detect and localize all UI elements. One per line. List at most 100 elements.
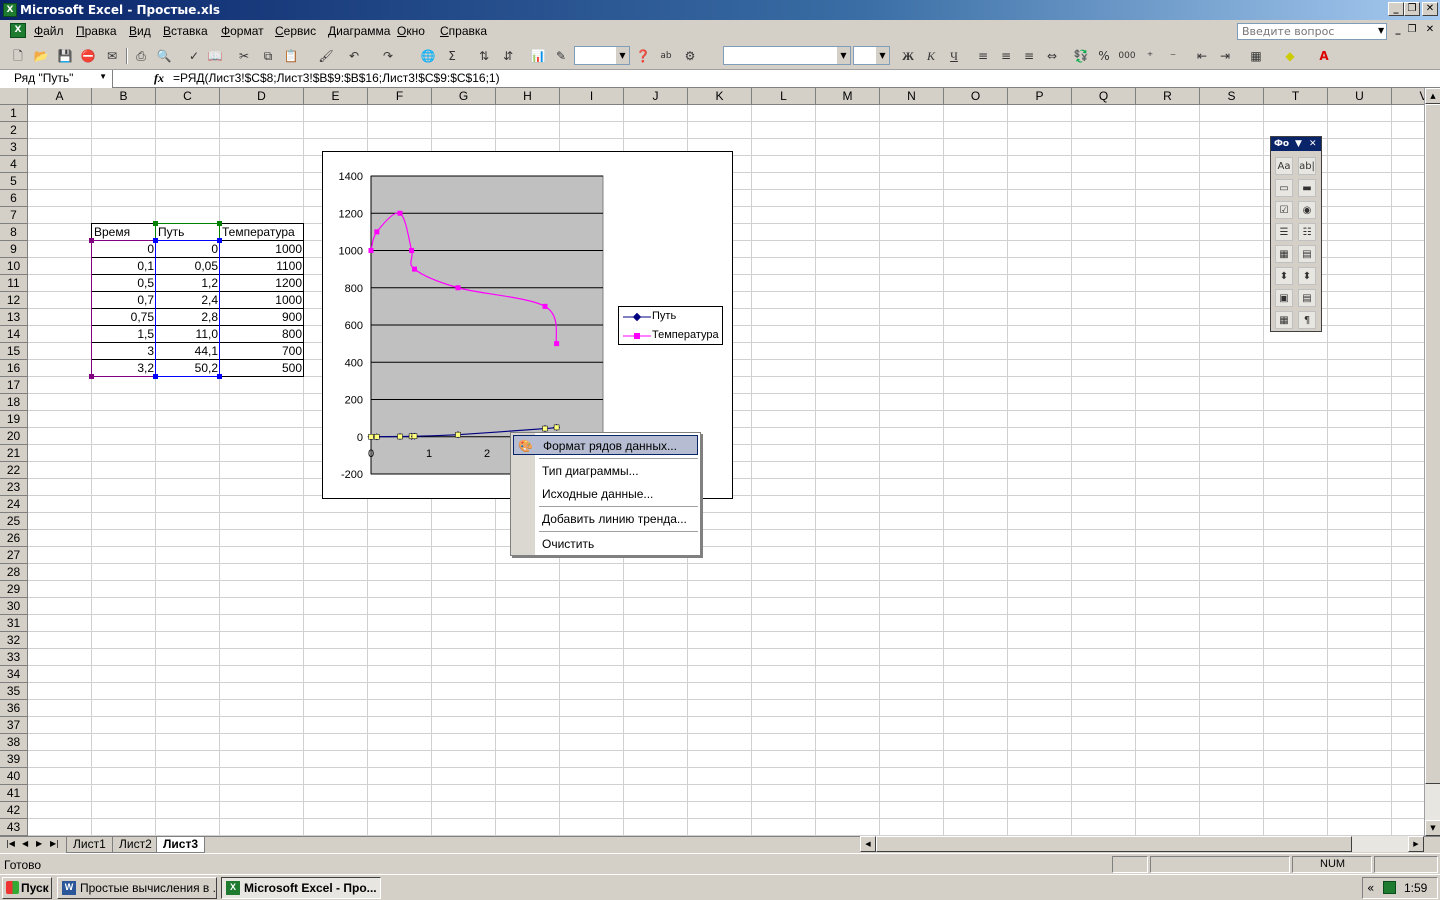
column-header-M[interactable]: M — [816, 88, 880, 105]
bold-button[interactable]: Ж — [900, 48, 916, 64]
table-cell[interactable]: 0,1 — [92, 258, 156, 275]
table-header-cell[interactable]: Время — [92, 224, 156, 241]
data-point[interactable] — [412, 266, 417, 272]
row-header-34[interactable]: 34 — [0, 666, 28, 683]
menu-file[interactable]: Файл — [34, 24, 64, 38]
undo-icon[interactable]: ↶ — [346, 48, 362, 64]
row-header-17[interactable]: 17 — [0, 377, 28, 394]
menu-edit[interactable]: Правка — [76, 24, 117, 38]
row-header-15[interactable]: 15 — [0, 343, 28, 360]
tray-expand-icon[interactable]: « — [1367, 881, 1374, 895]
permission-icon[interactable]: ⛔ — [80, 48, 96, 64]
table-cell[interactable]: 2,8 — [156, 309, 220, 326]
row-header-14[interactable]: 14 — [0, 326, 28, 343]
data-point[interactable] — [554, 341, 560, 347]
table-cell[interactable]: 50,2 — [156, 360, 220, 377]
minimize-button[interactable]: _ — [1388, 2, 1404, 16]
row-header-21[interactable]: 21 — [0, 445, 28, 462]
next-sheet-icon[interactable]: ▶ — [36, 839, 42, 848]
forms-control-button[interactable]: ▬ — [1298, 179, 1316, 197]
menu-window[interactable]: Окно — [397, 24, 425, 38]
range-handle[interactable] — [217, 221, 222, 226]
tab-sheet3[interactable]: Лист3 — [156, 837, 206, 853]
table-cell[interactable]: 1200 — [220, 275, 304, 292]
row-header-13[interactable]: 13 — [0, 309, 28, 326]
forms-control-button[interactable]: ☑ — [1275, 201, 1293, 219]
last-sheet-icon[interactable]: ▶| — [50, 839, 59, 848]
selection-handle[interactable] — [542, 425, 548, 432]
italic-button[interactable]: К — [923, 48, 939, 64]
save-icon[interactable]: 💾 — [57, 48, 73, 64]
table-cell[interactable]: 1000 — [220, 241, 304, 258]
cut-icon[interactable]: ✂ — [236, 48, 252, 64]
font-size-select[interactable]: ▼ — [853, 46, 890, 65]
menu-item-chart-type[interactable]: Тип диаграммы... — [513, 461, 698, 481]
selection-handle[interactable] — [374, 433, 380, 440]
menu-item-format-series[interactable]: 🎨 Формат рядов данных... — [513, 435, 698, 455]
drawing-icon[interactable]: ✎ — [553, 48, 569, 64]
align-center-icon[interactable]: ≡ — [998, 48, 1014, 64]
email-icon[interactable]: ✉ — [104, 48, 120, 64]
forms-control-button[interactable]: ▦ — [1275, 245, 1293, 263]
column-header-K[interactable]: K — [688, 88, 752, 105]
data-point[interactable] — [542, 303, 548, 309]
selection-handle[interactable] — [455, 431, 461, 438]
close-icon[interactable]: ✕ — [1309, 137, 1317, 151]
menu-tools[interactable]: Сервис — [275, 24, 316, 38]
forms-panel-header[interactable]: Фо ▼ ✕ — [1271, 137, 1321, 151]
horizontal-scrollbar[interactable]: ◀ ▶ — [860, 836, 1424, 852]
tab-sheet2[interactable]: Лист2 — [112, 837, 159, 853]
formula-input[interactable]: =РЯД(Лист3!$C$8;Лист3!$B$9:$B$16;Лист3!$… — [173, 71, 500, 85]
row-header-26[interactable]: 26 — [0, 530, 28, 547]
select-all-corner[interactable] — [0, 88, 28, 105]
column-header-O[interactable]: O — [944, 88, 1008, 105]
forms-control-button[interactable]: ▦ — [1275, 311, 1293, 329]
zoom-select[interactable]: ▼ — [574, 46, 630, 65]
table-cell[interactable]: 0 — [156, 241, 220, 258]
column-header-F[interactable]: F — [368, 88, 432, 105]
row-header-38[interactable]: 38 — [0, 734, 28, 751]
doc-close-button[interactable]: ✕ — [1422, 24, 1438, 38]
table-cell[interactable]: 500 — [220, 360, 304, 377]
table-header-cell[interactable]: Температура — [220, 224, 304, 241]
row-header-5[interactable]: 5 — [0, 173, 28, 190]
column-header-A[interactable]: A — [28, 88, 92, 105]
open-icon[interactable]: 📂 — [33, 48, 49, 64]
row-header-43[interactable]: 43 — [0, 819, 28, 836]
row-header-25[interactable]: 25 — [0, 513, 28, 530]
row-header-39[interactable]: 39 — [0, 751, 28, 768]
row-header-37[interactable]: 37 — [0, 717, 28, 734]
new-icon[interactable]: 🗋 — [10, 48, 26, 64]
row-header-27[interactable]: 27 — [0, 547, 28, 564]
row-header-29[interactable]: 29 — [0, 581, 28, 598]
menu-format[interactable]: Формат — [221, 24, 264, 38]
row-header-4[interactable]: 4 — [0, 156, 28, 173]
name-box[interactable]: Ряд "Путь" ▼ — [0, 70, 113, 88]
row-header-22[interactable]: 22 — [0, 462, 28, 479]
language-icon[interactable] — [1383, 881, 1396, 894]
row-header-11[interactable]: 11 — [0, 275, 28, 292]
range-handle[interactable] — [89, 238, 94, 243]
table-cell[interactable]: 44,1 — [156, 343, 220, 360]
forms-control-button[interactable]: ⬍ — [1298, 267, 1316, 285]
menu-view[interactable]: Вид — [129, 24, 151, 38]
table-cell[interactable]: 700 — [220, 343, 304, 360]
scroll-right-icon[interactable]: ▶ — [1408, 836, 1424, 852]
column-header-E[interactable]: E — [304, 88, 368, 105]
help-icon[interactable]: ❓ — [635, 48, 651, 64]
menu-item-clear[interactable]: Очистить — [513, 534, 698, 554]
table-cell[interactable]: 0 — [92, 241, 156, 258]
increase-indent-icon[interactable]: ⇥ — [1217, 48, 1233, 64]
table-cell[interactable]: 1,2 — [156, 275, 220, 292]
table-cell[interactable]: 0,75 — [92, 309, 156, 326]
forms-control-button[interactable]: ab| — [1298, 157, 1316, 175]
doc-restore-button[interactable]: ❐ — [1404, 24, 1420, 38]
font-color-icon[interactable]: A — [1316, 48, 1332, 64]
align-right-icon[interactable]: ≡ — [1021, 48, 1037, 64]
data-point[interactable] — [455, 285, 461, 291]
scroll-thumb[interactable] — [1425, 104, 1440, 784]
autosum-icon[interactable]: Σ — [444, 48, 460, 64]
format-painter-icon[interactable]: 🖌 — [318, 48, 334, 64]
chart-legend[interactable]: Путь Температура — [618, 306, 723, 345]
table-cell[interactable]: 1100 — [220, 258, 304, 275]
